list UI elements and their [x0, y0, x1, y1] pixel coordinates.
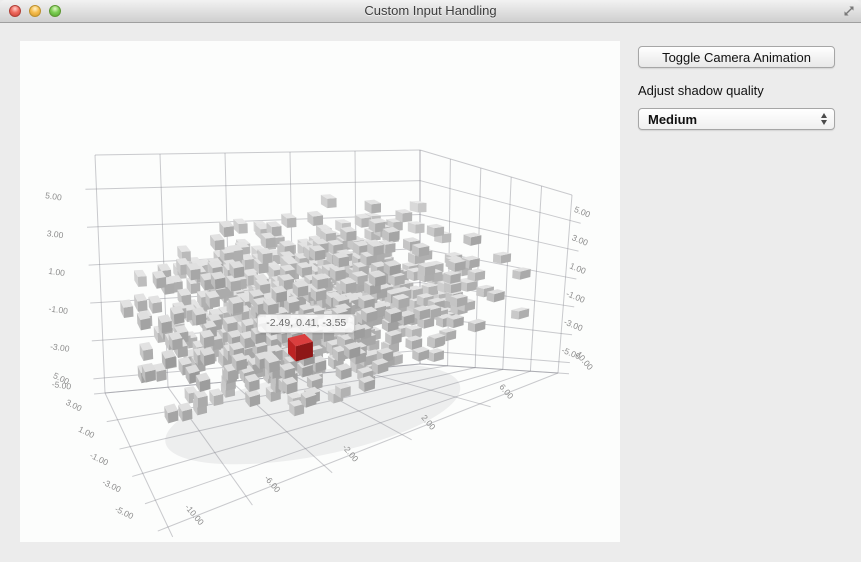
up-down-arrows-icon [821, 113, 827, 125]
close-circle-icon[interactable] [9, 5, 21, 17]
scatter-plot: -2.49, 0.41, -3.55 [20, 41, 620, 542]
toggle-camera-animation-button[interactable]: Toggle Camera Animation [638, 46, 835, 68]
traffic-lights [9, 5, 61, 17]
shadow-quality-value: Medium [648, 112, 697, 127]
window-title: Custom Input Handling [70, 0, 791, 22]
shadow-quality-select[interactable]: Medium [638, 108, 835, 130]
title-bar: Custom Input Handling [0, 0, 861, 23]
app-window: Custom Input Handling -2.49, 0.41, -3.55… [0, 0, 861, 562]
selection-tooltip: -2.49, 0.41, -3.55 [257, 314, 355, 333]
zoom-circle-icon[interactable] [49, 5, 61, 17]
scatter-3d-view[interactable] [20, 41, 620, 542]
expand-arrows-icon[interactable] [842, 4, 856, 18]
shadow-quality-label: Adjust shadow quality [638, 83, 835, 98]
control-panel: Toggle Camera Animation Adjust shadow qu… [638, 46, 835, 130]
minimize-circle-icon[interactable] [29, 5, 41, 17]
